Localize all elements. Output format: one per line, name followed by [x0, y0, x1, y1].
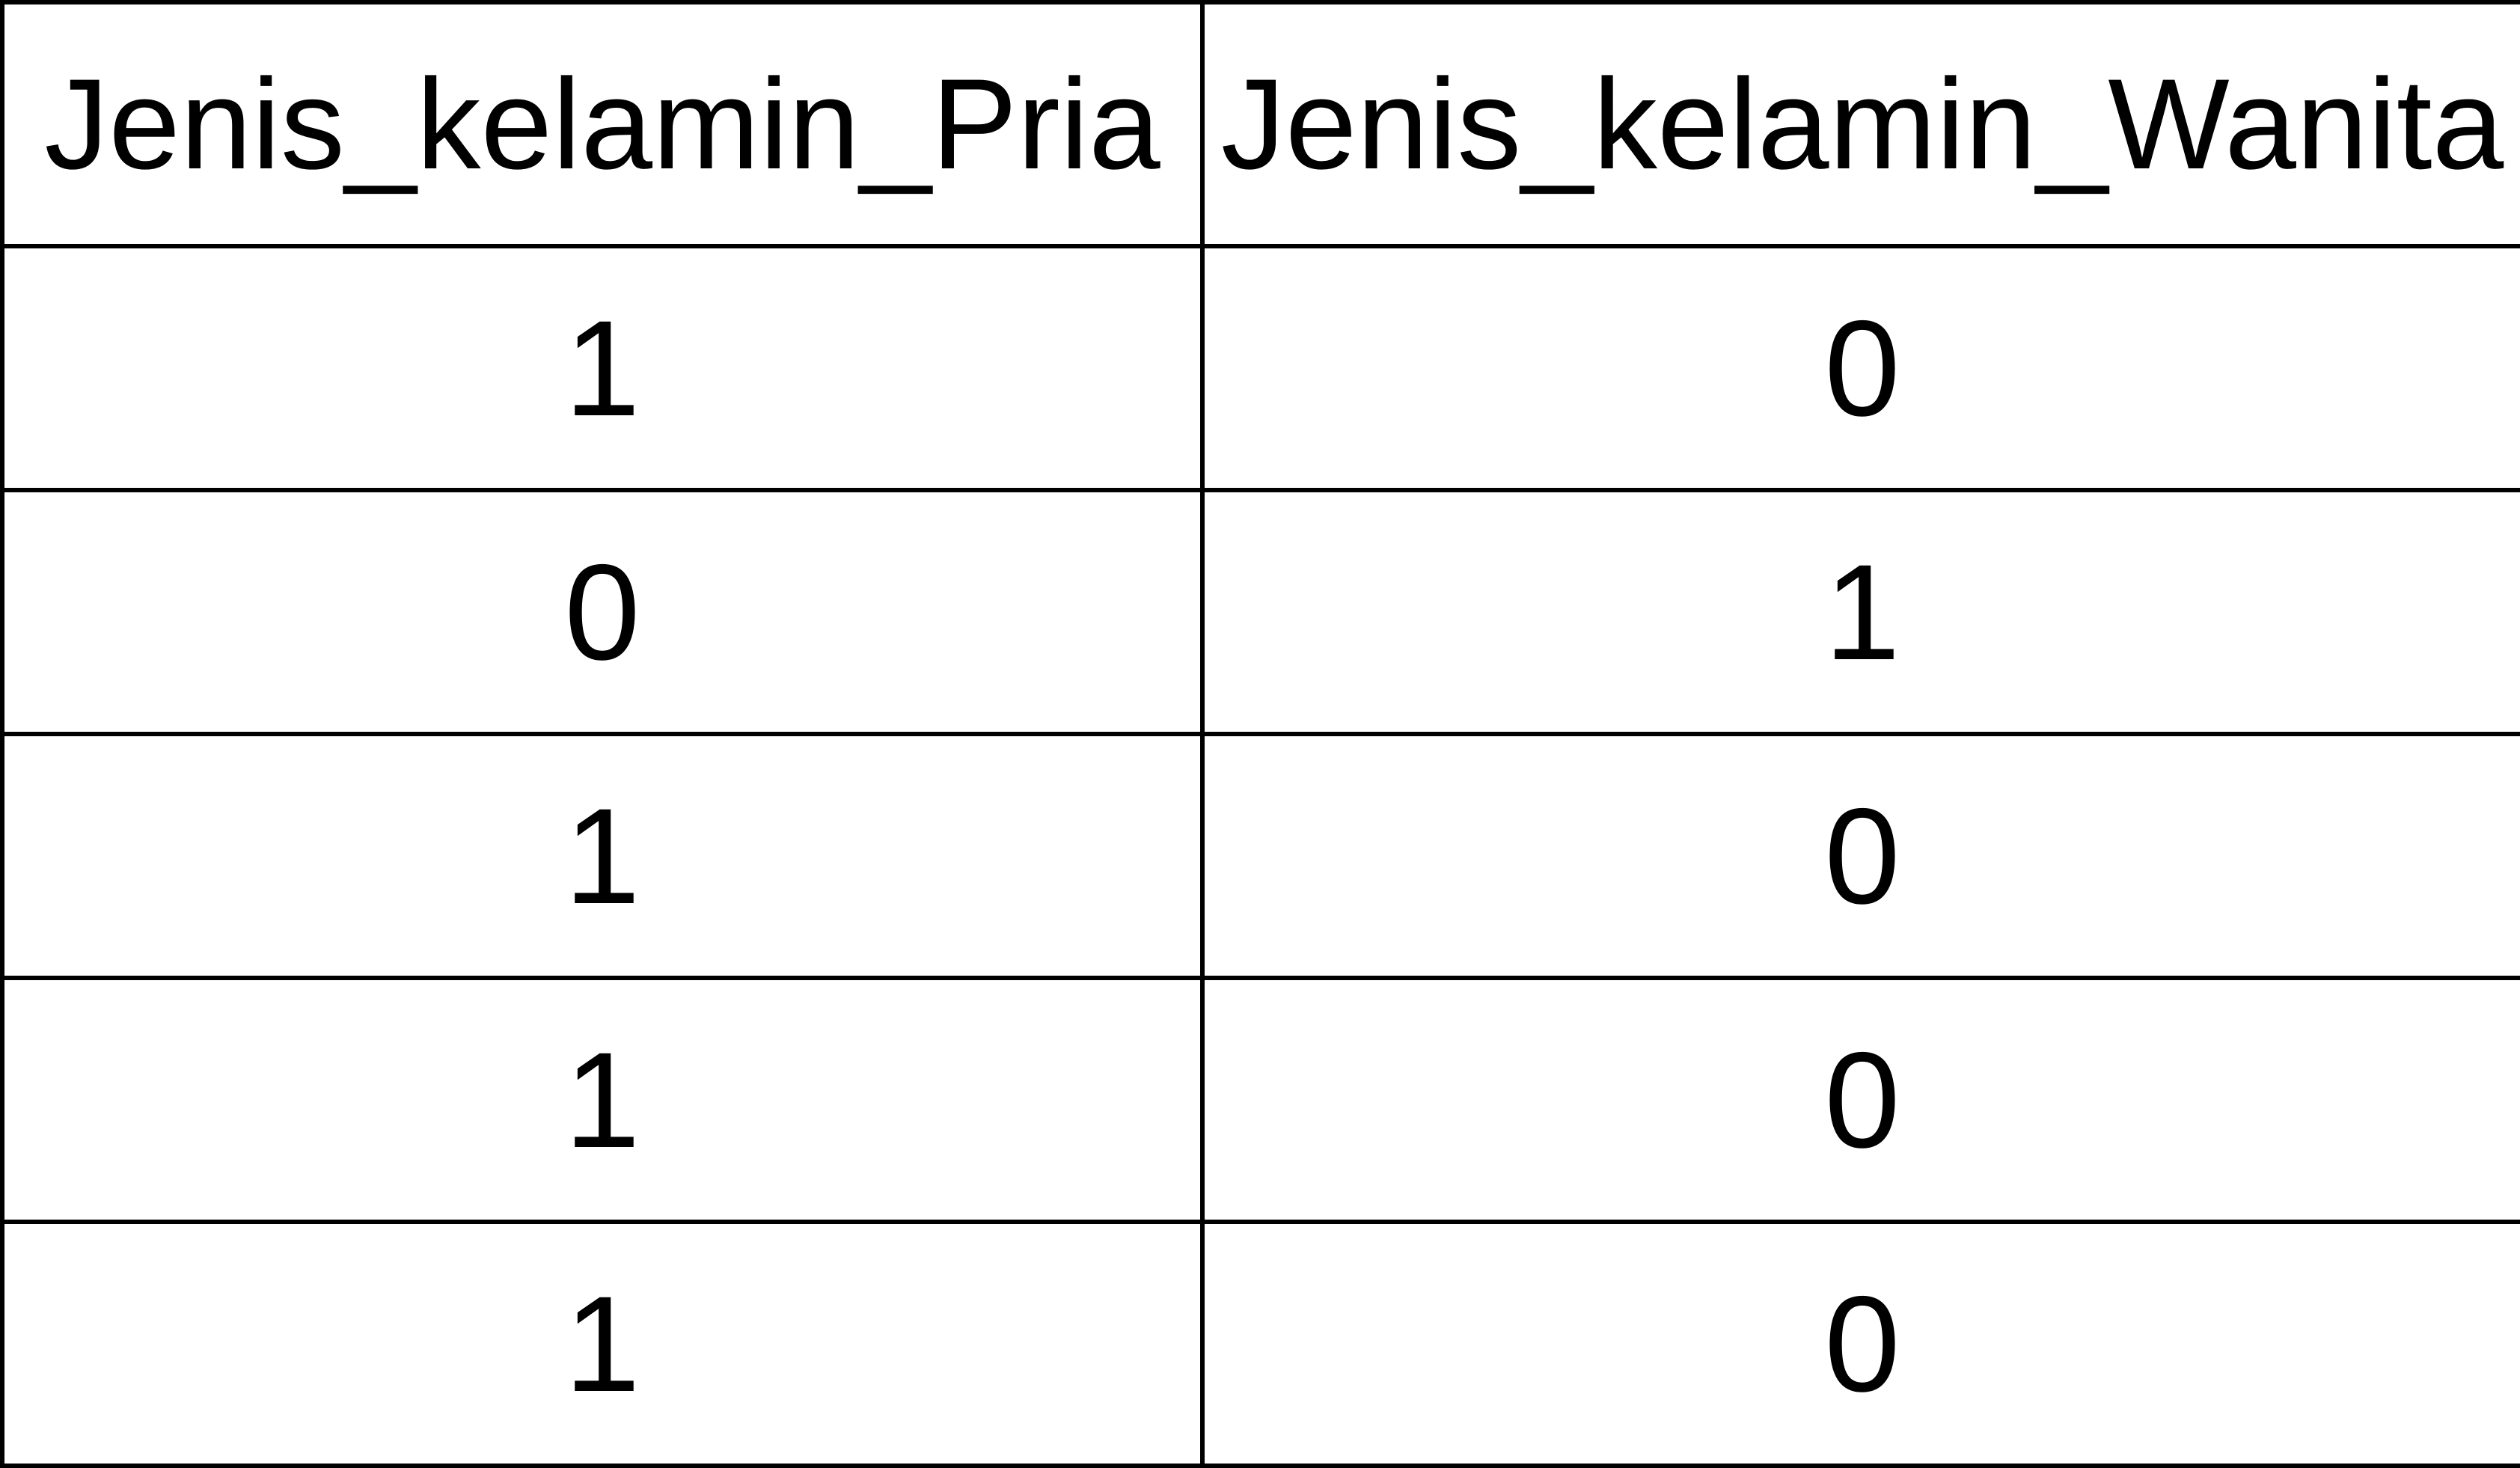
header-row: Jenis_kelamin_Pria Jenis_kelamin_Wanita	[0, 0, 2520, 248]
table-row: 1 0	[0, 732, 2520, 980]
table-cell-pria: 1	[0, 1220, 1205, 1468]
table-cell-wanita: 0	[1200, 732, 2520, 980]
table-cell-pria: 1	[0, 976, 1205, 1224]
table-cell-wanita: 0	[1200, 976, 2520, 1224]
data-table-container: Jenis_kelamin_Pria Jenis_kelamin_Wanita …	[0, 0, 2520, 1468]
table-cell-pria: 1	[0, 244, 1205, 492]
column-header-wanita: Jenis_kelamin_Wanita	[1200, 0, 2520, 248]
table-row: 1 0	[0, 976, 2520, 1224]
table-row: 1 0	[0, 244, 2520, 492]
table-cell-pria: 0	[0, 488, 1205, 736]
table-body: 1 0 0 1 1 0 1 0 1 0	[0, 244, 2520, 1468]
table-cell-pria: 1	[0, 732, 1205, 980]
table-row: 0 1	[0, 488, 2520, 736]
column-header-pria: Jenis_kelamin_Pria	[0, 0, 1205, 248]
table-cell-wanita: 1	[1200, 488, 2520, 736]
table-header: Jenis_kelamin_Pria Jenis_kelamin_Wanita	[0, 0, 2520, 248]
table-row: 1 0	[0, 1220, 2520, 1468]
data-table: Jenis_kelamin_Pria Jenis_kelamin_Wanita …	[0, 0, 2520, 1468]
table-cell-wanita: 0	[1200, 1220, 2520, 1468]
table-cell-wanita: 0	[1200, 244, 2520, 492]
